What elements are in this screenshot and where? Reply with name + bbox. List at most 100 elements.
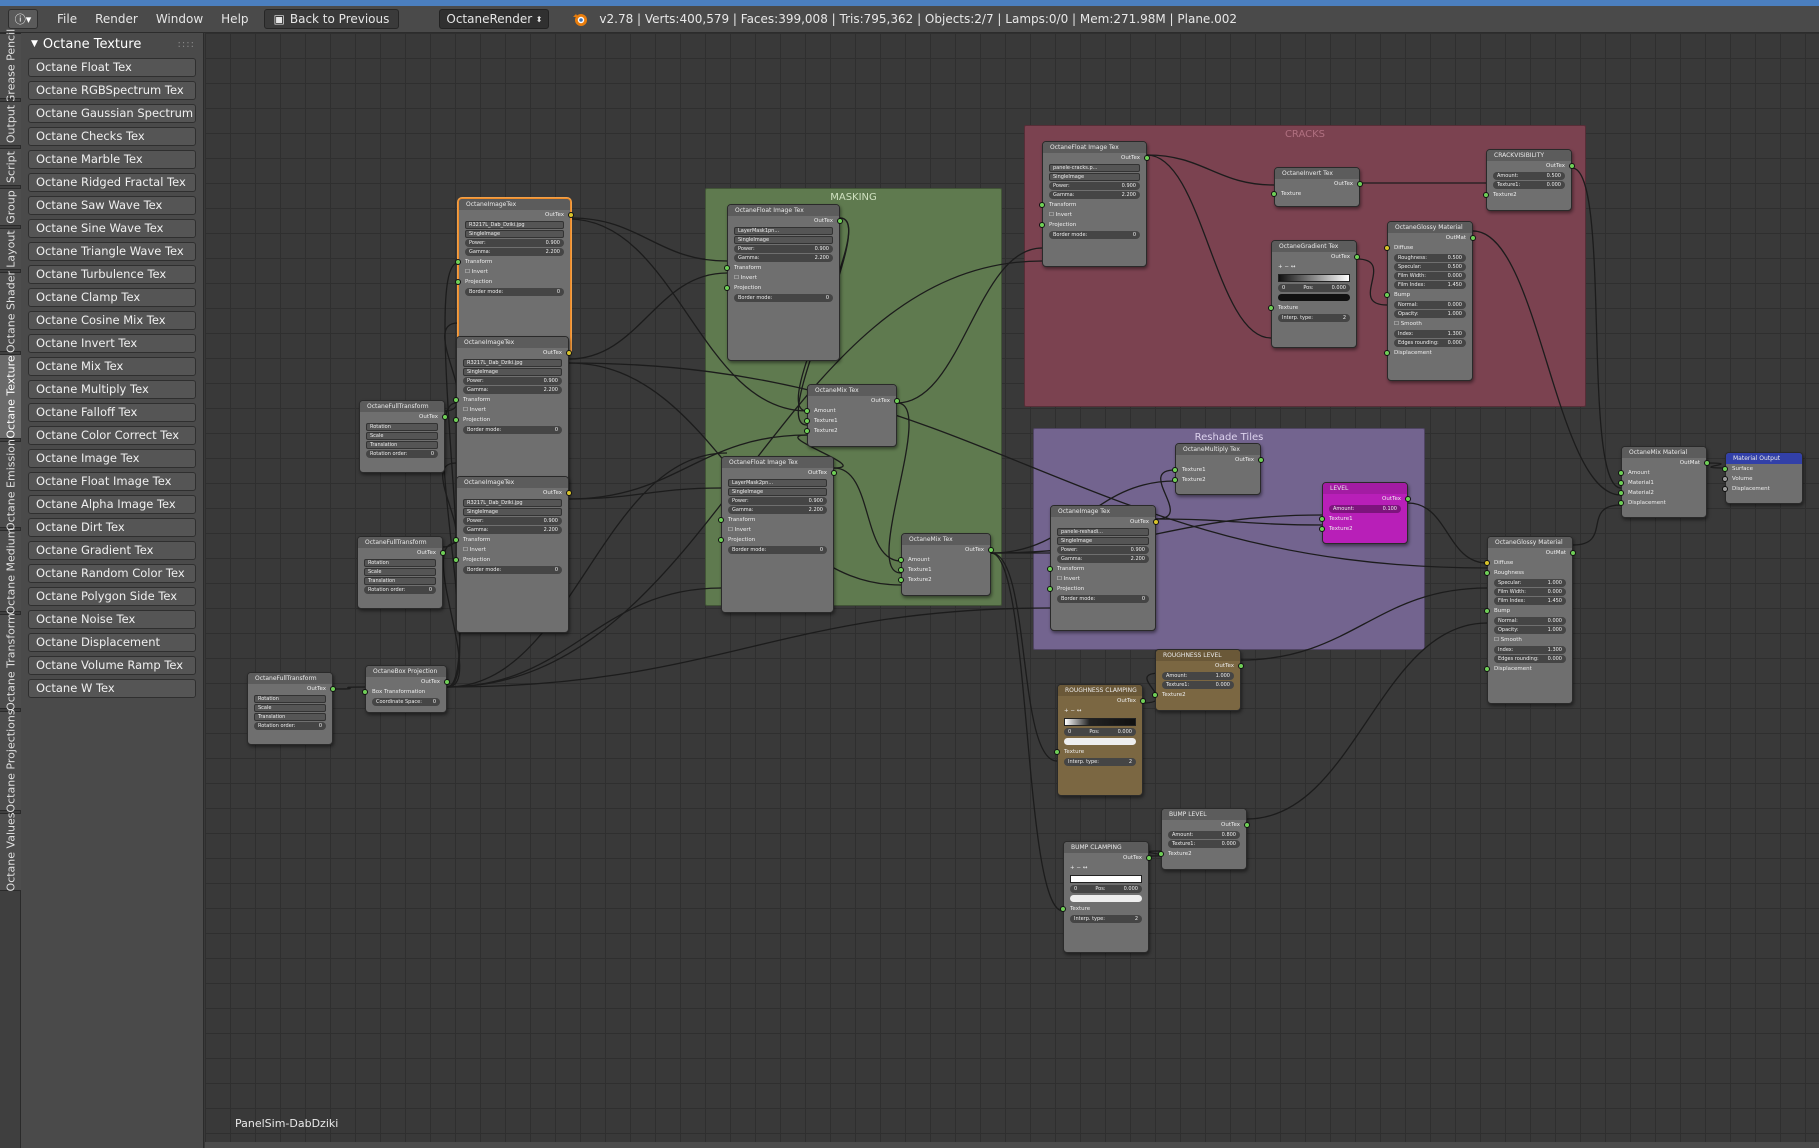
texture-button[interactable]: Octane Ridged Fractal Tex: [28, 173, 196, 192]
image-mode-select[interactable]: SingleImage: [1049, 173, 1140, 181]
interp-type-field[interactable]: Interp. type: 2: [1278, 314, 1350, 322]
gamma-field[interactable]: Gamma: 2.200: [463, 526, 562, 534]
image-file-field[interactable]: R3217L_Dab_Dziki.jpg: [463, 499, 562, 507]
texture-button[interactable]: Octane Marble Tex: [28, 150, 196, 169]
texture1-field[interactable]: Texture1: 0.000: [1162, 681, 1234, 689]
image-file-field[interactable]: panele-reshadi...: [1057, 528, 1149, 536]
node-bump-clamping[interactable]: BUMP CLAMPING OutTex + − ↔ 0 Pos: 0.000 Te…: [1060, 841, 1152, 953]
amount-field[interactable]: Amount: 0.500: [1493, 172, 1565, 180]
texture-button[interactable]: Octane Float Tex: [28, 58, 196, 77]
texture-button[interactable]: Octane Checks Tex: [28, 127, 196, 146]
menu-window[interactable]: Window: [147, 6, 212, 33]
gamma-field[interactable]: Gamma: 2.200: [463, 386, 562, 394]
texture-button[interactable]: Octane W Tex: [28, 679, 196, 698]
texture-button[interactable]: Octane Saw Wave Tex: [28, 196, 196, 215]
node-invert-tex[interactable]: OctaneInvert Tex OutTex Texture: [1271, 167, 1363, 207]
ramp-color-swatch[interactable]: [1064, 738, 1136, 745]
power-field[interactable]: Power: 0.900: [465, 239, 564, 247]
texture-button[interactable]: Octane Cosine Mix Tex: [28, 311, 196, 330]
invert-checkbox[interactable]: ☐: [734, 275, 741, 281]
tab-grease-pencil[interactable]: Grease Pencil: [0, 29, 21, 103]
film-index-field[interactable]: Film Index: 1.450: [1394, 281, 1466, 289]
tab-octane-medium[interactable]: Octane Medium: [0, 528, 21, 614]
node-mix-material[interactable]: OctaneMix Material OutMat Amount Materia…: [1618, 446, 1710, 518]
normal-field[interactable]: Normal: 0.000: [1494, 617, 1566, 625]
power-field[interactable]: Power: 0.900: [728, 497, 827, 505]
power-field[interactable]: Power: 0.900: [1057, 546, 1149, 554]
specular-field[interactable]: Specular: 0.500: [1394, 263, 1466, 271]
texture-button[interactable]: Octane Sine Wave Tex: [28, 219, 196, 238]
node-full-transform-3[interactable]: OctaneFullTransform OutTex Rotation Scal…: [247, 672, 336, 745]
interp-type-field[interactable]: Interp. type: 2: [1064, 758, 1136, 766]
ramp-position-field[interactable]: 0 Pos: 0.000: [1278, 284, 1350, 292]
texture-button[interactable]: Octane Mix Tex: [28, 357, 196, 376]
gamma-field[interactable]: Gamma: 2.200: [1057, 555, 1149, 563]
node-image-tex-2[interactable]: OctaneImageTex OutTex R3217L_Dab_Dziki.j…: [453, 336, 572, 493]
texture1-field[interactable]: Texture1: 0.000: [1493, 181, 1565, 189]
invert-checkbox[interactable]: ☐: [1049, 212, 1056, 218]
normal-field[interactable]: Normal: 0.000: [1394, 301, 1466, 309]
texture-button[interactable]: Octane Image Tex: [28, 449, 196, 468]
tab-octane-emission[interactable]: Octane Emission: [0, 439, 21, 530]
image-mode-select[interactable]: SingleImage: [463, 508, 562, 516]
tab-octane-transform[interactable]: Octane Transform: [0, 613, 21, 710]
tab-octane-projections[interactable]: Octane Projections: [0, 709, 21, 813]
tab-group[interactable]: Group: [0, 188, 21, 226]
texture-button[interactable]: Octane Gaussian Spectrum Tex: [28, 104, 196, 123]
border-mode-field[interactable]: Border mode: 0: [734, 294, 833, 302]
translation-field[interactable]: Translation: [254, 713, 326, 721]
ramp-buttons[interactable]: + − ↔: [1058, 706, 1142, 716]
border-mode-field[interactable]: Border mode: 0: [728, 546, 827, 554]
image-mode-select[interactable]: SingleImage: [463, 368, 562, 376]
color-ramp[interactable]: [1278, 274, 1350, 282]
ramp-position-field[interactable]: 0 Pos: 0.000: [1064, 728, 1136, 736]
smooth-checkbox[interactable]: ☐: [1394, 321, 1401, 327]
node-float-image-tex-2[interactable]: OctaneFloat Image Tex OutTex LayerMask2p…: [718, 456, 837, 613]
editor-type-button[interactable]: ⓘ▾: [8, 9, 38, 29]
texture-button[interactable]: Octane Invert Tex: [28, 334, 196, 353]
image-file-field[interactable]: LayerMask2pn...: [728, 479, 827, 487]
film-width-field[interactable]: Film Width: 0.000: [1494, 588, 1566, 596]
node-editor-canvas[interactable]: MASKING CRACKS Reshade Tiles OctaneFullT…: [205, 33, 1819, 1148]
color-ramp[interactable]: [1064, 718, 1136, 726]
texture-button[interactable]: Octane Displacement: [28, 633, 196, 652]
menu-file[interactable]: File: [48, 6, 86, 33]
rotation-order-field[interactable]: Rotation order: 0: [254, 722, 326, 730]
power-field[interactable]: Power: 0.900: [463, 377, 562, 385]
texture-button[interactable]: Octane Triangle Wave Tex: [28, 242, 196, 261]
image-file-field[interactable]: panele-cracks.p...: [1049, 164, 1140, 172]
color-ramp[interactable]: [1070, 875, 1142, 883]
border-mode-field[interactable]: Border mode: 0: [465, 288, 564, 296]
translation-field[interactable]: Translation: [366, 441, 438, 449]
tab-octane-texture[interactable]: Octane Texture: [0, 354, 21, 439]
texture-button[interactable]: Octane Volume Ramp Tex: [28, 656, 196, 675]
back-to-previous-button[interactable]: ▣ Back to Previous: [263, 9, 400, 29]
border-mode-field[interactable]: Border mode: 0: [463, 426, 562, 434]
image-mode-select[interactable]: SingleImage: [734, 236, 833, 244]
texture-button[interactable]: Octane Turbulence Tex: [28, 265, 196, 284]
roughness-field[interactable]: Roughness: 0.500: [1394, 254, 1466, 262]
texture-button[interactable]: Octane Alpha Image Tex: [28, 495, 196, 514]
interp-type-field[interactable]: Interp. type: 2: [1070, 915, 1142, 923]
image-mode-select[interactable]: SingleImage: [465, 230, 564, 238]
gamma-field[interactable]: Gamma: 2.200: [728, 506, 827, 514]
node-multiply-tex[interactable]: OctaneMultiply Tex OutTex Texture1 Textu…: [1172, 443, 1264, 495]
rotation-order-field[interactable]: Rotation order: 0: [366, 450, 438, 458]
node-full-transform-2[interactable]: OctaneFullTransform OutTex Rotation Scal…: [357, 536, 446, 609]
specular-field[interactable]: Specular: 1.000: [1494, 579, 1566, 587]
ramp-color-swatch[interactable]: [1278, 294, 1350, 301]
texture-button[interactable]: Octane Color Correct Tex: [28, 426, 196, 445]
opacity-field[interactable]: Opacity: 1.000: [1494, 626, 1566, 634]
tab-script[interactable]: Script: [0, 148, 21, 186]
node-gradient-tex[interactable]: OctaneGradient Tex OutTex + − ↔ 0 Pos: 0.0…: [1268, 240, 1360, 348]
amount-field[interactable]: Amount: 0.100: [1329, 505, 1401, 513]
texture-button[interactable]: Octane RGBSpectrum Tex: [28, 81, 196, 100]
node-material-output[interactable]: Material Output Surface Volume Displacem…: [1722, 452, 1803, 504]
node-reshade-image-tex[interactable]: OctaneImage Tex OutTex panele-reshadi...…: [1047, 505, 1159, 631]
border-mode-field[interactable]: Border mode: 0: [1049, 231, 1140, 239]
texture-button[interactable]: Octane Gradient Tex: [28, 541, 196, 560]
translation-field[interactable]: Translation: [364, 577, 436, 585]
invert-checkbox[interactable]: ☐: [1057, 576, 1064, 582]
texture-button[interactable]: Octane Float Image Tex: [28, 472, 196, 491]
tab-octane-values[interactable]: Octane Values: [0, 813, 21, 891]
